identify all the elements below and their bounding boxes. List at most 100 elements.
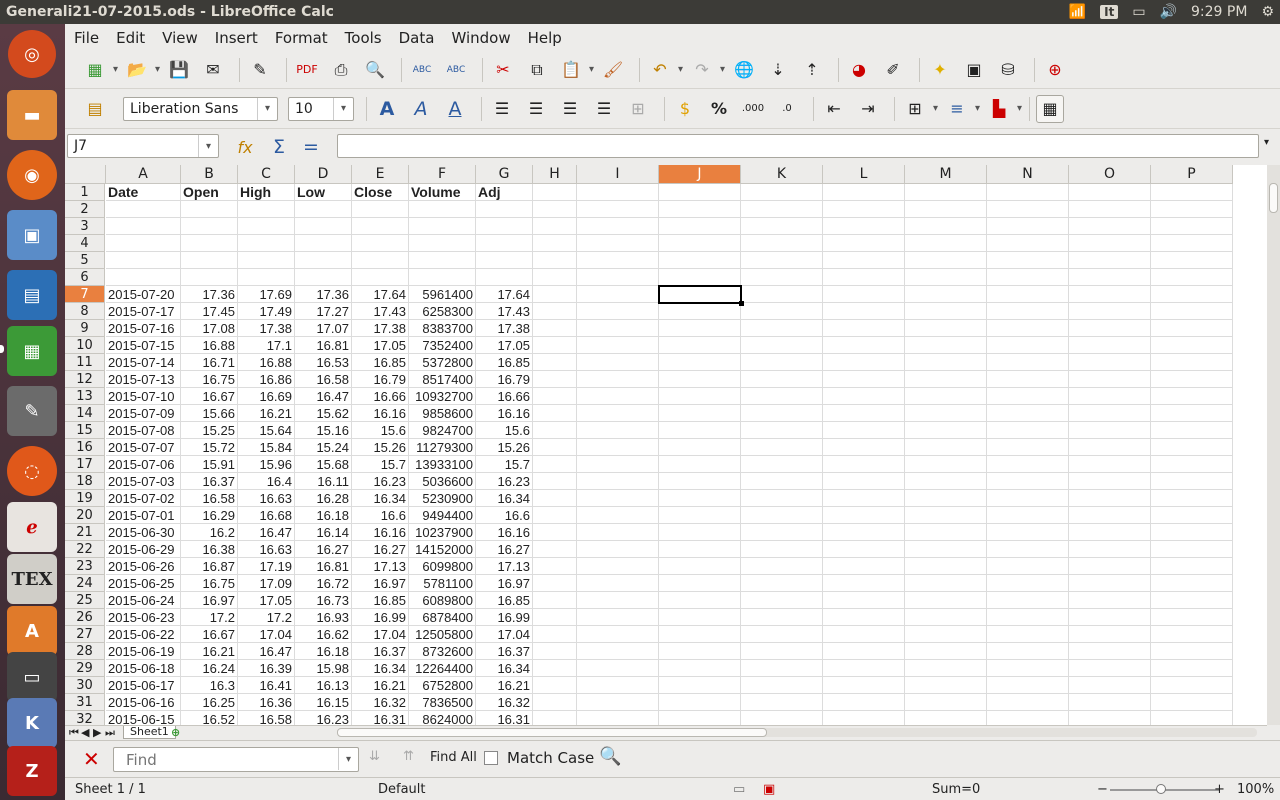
match-case-checkbox[interactable]: [484, 751, 498, 765]
spellcheck-icon[interactable]: ABC: [408, 56, 436, 84]
row-header[interactable]: 13: [65, 388, 105, 405]
row-header[interactable]: 15: [65, 422, 105, 439]
cell-n32[interactable]: [987, 711, 1069, 725]
row-header[interactable]: 31: [65, 694, 105, 711]
cell-g20[interactable]: 16.6: [476, 507, 533, 524]
cell-p28[interactable]: [1151, 643, 1233, 660]
cell-f31[interactable]: 7836500: [409, 694, 476, 711]
cell-f10[interactable]: 7352400: [409, 337, 476, 354]
cell-l30[interactable]: [823, 677, 905, 694]
help-icon[interactable]: ⊕: [1041, 56, 1069, 84]
row-header[interactable]: 23: [65, 558, 105, 575]
cell-o14[interactable]: [1069, 405, 1151, 422]
cell-f8[interactable]: 6258300: [409, 303, 476, 320]
cell-m27[interactable]: [905, 626, 987, 643]
cell-p2[interactable]: [1151, 201, 1233, 218]
cell-c18[interactable]: 16.4: [238, 473, 295, 490]
cell-o12[interactable]: [1069, 371, 1151, 388]
justify-icon[interactable]: ☰: [590, 95, 618, 123]
cell-e11[interactable]: 16.85: [352, 354, 409, 371]
cell-d28[interactable]: 16.18: [295, 643, 352, 660]
cell-o28[interactable]: [1069, 643, 1151, 660]
cell-p8[interactable]: [1151, 303, 1233, 320]
filezilla-icon[interactable]: Z: [7, 746, 57, 796]
cell-e13[interactable]: 16.66: [352, 388, 409, 405]
cell-o19[interactable]: [1069, 490, 1151, 507]
cell-d21[interactable]: 16.14: [295, 524, 352, 541]
cell-k10[interactable]: [741, 337, 823, 354]
cell-f15[interactable]: 9824700: [409, 422, 476, 439]
cell-a4[interactable]: [106, 235, 181, 252]
cell-m13[interactable]: [905, 388, 987, 405]
cell-g29[interactable]: 16.34: [476, 660, 533, 677]
cell-o2[interactable]: [1069, 201, 1151, 218]
cell-i5[interactable]: [577, 252, 659, 269]
keyboard-indicator[interactable]: It: [1100, 5, 1119, 19]
cell-e8[interactable]: 17.43: [352, 303, 409, 320]
percent-icon[interactable]: %: [705, 95, 733, 123]
cell-g28[interactable]: 16.37: [476, 643, 533, 660]
cell-i3[interactable]: [577, 218, 659, 235]
cell-m12[interactable]: [905, 371, 987, 388]
cell-e18[interactable]: 16.23: [352, 473, 409, 490]
cell-k24[interactable]: [741, 575, 823, 592]
cell-p4[interactable]: [1151, 235, 1233, 252]
find-next-icon[interactable]: ⇊: [369, 749, 380, 764]
cell-i19[interactable]: [577, 490, 659, 507]
cell-i18[interactable]: [577, 473, 659, 490]
cell-b10[interactable]: 16.88: [181, 337, 238, 354]
cell-o8[interactable]: [1069, 303, 1151, 320]
row-header[interactable]: 14: [65, 405, 105, 422]
cell-n26[interactable]: [987, 609, 1069, 626]
cell-a29[interactable]: 2015-06-18: [106, 660, 181, 677]
cell-a27[interactable]: 2015-06-22: [106, 626, 181, 643]
open-icon[interactable]: 📂: [123, 56, 160, 84]
find-input[interactable]: [120, 748, 358, 771]
cell-h31[interactable]: [533, 694, 577, 711]
cell-k25[interactable]: [741, 592, 823, 609]
cell-j17[interactable]: [659, 456, 741, 473]
cell-d10[interactable]: 16.81: [295, 337, 352, 354]
cell-k4[interactable]: [741, 235, 823, 252]
sheet-nav-first-icon[interactable]: ⏮: [69, 726, 79, 740]
cell-l14[interactable]: [823, 405, 905, 422]
cell-p21[interactable]: [1151, 524, 1233, 541]
cell-a24[interactable]: 2015-06-25: [106, 575, 181, 592]
background-color-icon[interactable]: ▙: [985, 95, 1022, 123]
cell-n17[interactable]: [987, 456, 1069, 473]
cell-d6[interactable]: [295, 269, 352, 286]
cell-m25[interactable]: [905, 592, 987, 609]
cell-k5[interactable]: [741, 252, 823, 269]
cell-d15[interactable]: 15.16: [295, 422, 352, 439]
cell-c30[interactable]: 16.41: [238, 677, 295, 694]
cell-k7[interactable]: [741, 286, 823, 303]
calc-icon[interactable]: ▦: [7, 326, 57, 376]
cell-k9[interactable]: [741, 320, 823, 337]
cell-h22[interactable]: [533, 541, 577, 558]
cell-b21[interactable]: 16.2: [181, 524, 238, 541]
cell-p1[interactable]: [1151, 184, 1233, 201]
cell-b27[interactable]: 16.67: [181, 626, 238, 643]
cell-a19[interactable]: 2015-07-02: [106, 490, 181, 507]
cell-c5[interactable]: [238, 252, 295, 269]
new-document-icon[interactable]: ▦: [81, 56, 118, 84]
cell-o23[interactable]: [1069, 558, 1151, 575]
cell-d24[interactable]: 16.72: [295, 575, 352, 592]
cell-j3[interactable]: [659, 218, 741, 235]
cell-p17[interactable]: [1151, 456, 1233, 473]
cell-h23[interactable]: [533, 558, 577, 575]
cell-a26[interactable]: 2015-06-23: [106, 609, 181, 626]
cell-c31[interactable]: 16.36: [238, 694, 295, 711]
row-header[interactable]: 18: [65, 473, 105, 490]
cell-m21[interactable]: [905, 524, 987, 541]
cell-b29[interactable]: 16.24: [181, 660, 238, 677]
cell-m19[interactable]: [905, 490, 987, 507]
row-header[interactable]: 8: [65, 303, 105, 320]
cell-o5[interactable]: [1069, 252, 1151, 269]
cell-d17[interactable]: 15.68: [295, 456, 352, 473]
cell-c11[interactable]: 16.88: [238, 354, 295, 371]
cell-b25[interactable]: 16.97: [181, 592, 238, 609]
vertical-scrollbar-thumb[interactable]: [1269, 183, 1278, 213]
cell-l22[interactable]: [823, 541, 905, 558]
cell-k11[interactable]: [741, 354, 823, 371]
